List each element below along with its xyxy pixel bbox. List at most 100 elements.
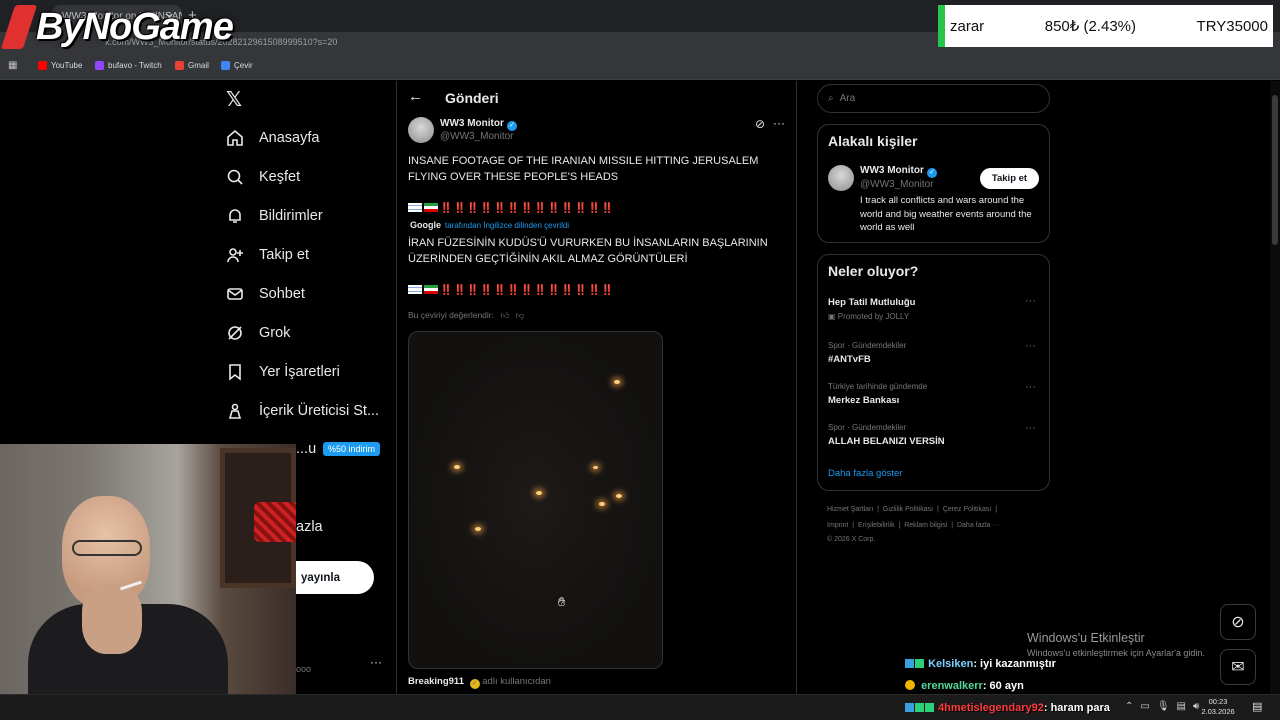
trend-name[interactable]: ALLAH BELANIZI VERSİN [828, 436, 945, 447]
chat-username: Kelsiken [928, 658, 974, 670]
network-icon[interactable]: ▤ [1177, 701, 1186, 712]
microphone-icon[interactable]: 🎙︎ [1157, 701, 1170, 712]
chat-message: Kelsiken: iyi kazanmıştır [905, 658, 1056, 670]
footer-link[interactable]: Reklam bilgisi [904, 522, 947, 529]
chat-badge-icon [905, 680, 915, 690]
trend-name[interactable]: Merkez Bankası [828, 395, 899, 406]
missile-light [475, 527, 481, 531]
logo-mark-icon [0, 5, 38, 49]
thumbs-down-icon[interactable]: 👎︎ [516, 310, 525, 320]
nav-chat[interactable]: Sohbet [226, 285, 305, 303]
windows-activate-subtitle: Windows'u etkinleştirmek için Ayarlar'a … [1027, 648, 1205, 658]
iran-flag-icon [424, 203, 438, 212]
relevant-person-avatar[interactable] [828, 165, 854, 191]
chat-username: erenwalkerr [921, 680, 983, 692]
account-more-icon[interactable]: ··· [370, 655, 382, 669]
iran-flag-icon [424, 285, 438, 294]
nav-more-label[interactable]: azla [296, 519, 323, 535]
follow-button[interactable]: Takip et [980, 168, 1039, 189]
copyright: © 2026 X Corp. [827, 536, 876, 543]
footer-link[interactable]: Erişilebilirlik [858, 522, 895, 529]
nav-premium-label[interactable]: ...u [296, 441, 316, 457]
footer-links-row2: Imprint | Erişilebilirlik | Reklam bilgi… [827, 522, 1000, 529]
verified-badge-icon: ✓ [926, 168, 937, 178]
search-input[interactable]: ⌕ Ara [817, 84, 1050, 113]
home-icon [226, 129, 244, 147]
webcam-overlay [0, 444, 296, 720]
gmail-icon [175, 61, 184, 70]
account-handle-partial[interactable]: ooo [296, 664, 311, 674]
back-arrow-icon[interactable]: ← [408, 88, 423, 105]
trend-promo: ▣ Promoted by JOLLY [828, 312, 910, 321]
post-text-original: INSANE FOOTAGE OF THE IRANIAN MISSILE HI… [408, 155, 759, 183]
chat-message: erenwalkerr: 60 ayn [905, 680, 1024, 692]
nav-grok[interactable]: Grok [226, 324, 290, 342]
verified-badge-icon: ✓ [506, 121, 517, 131]
nav-creator-studio[interactable]: İçerik Üreticisi St... [226, 402, 379, 420]
nav-bookmarks[interactable]: Yer İşaretleri [226, 363, 340, 381]
search-icon: ⌕ [828, 93, 834, 104]
trend-category: Spor · Gündemdekiler [828, 423, 907, 432]
relevant-people-title: Alakalı kişiler [828, 133, 918, 149]
chat-badge-icon [905, 659, 914, 668]
taskbar-clock[interactable]: 00:23 2.03.2026 [1196, 697, 1240, 717]
tray-arrow-icon[interactable]: ⌃ [1125, 701, 1133, 712]
page-scrollbar[interactable] [1270, 81, 1280, 694]
trend-name[interactable]: Hep Tatil Mutluluğu [828, 297, 915, 308]
promoted-icon: ▣ [828, 312, 838, 321]
trend-more-icon[interactable]: ··· [1025, 340, 1036, 352]
thumbs-up-icon[interactable]: 👍︎ [500, 310, 509, 320]
footer-link[interactable]: Gizlilik Politikası [883, 506, 933, 513]
bell-icon [226, 207, 244, 225]
trend-more-icon[interactable]: ··· [1025, 295, 1036, 307]
nav-home[interactable]: Anasayfa [226, 129, 319, 147]
bookmark-gmail[interactable]: Gmail [175, 61, 209, 70]
footer-link[interactable]: Imprint [827, 522, 848, 529]
relevant-person-bio: I track all conflicts and wars around th… [860, 195, 1032, 233]
trend-more-icon[interactable]: ··· [1025, 381, 1036, 393]
column-divider-left [396, 81, 397, 694]
nav-explore[interactable]: Keşfet [226, 168, 300, 186]
bookmark-icon [226, 363, 244, 381]
youtube-icon [38, 61, 47, 70]
page-title: Gönderi [445, 90, 499, 106]
footer-links-row1: Hizmet Şartları | Gizlilik Politikası | … [827, 506, 998, 513]
chat-badge-icon [905, 703, 914, 712]
bookmark-twitch[interactable]: bufavo - Twitch [95, 61, 162, 70]
webcam-glasses [72, 540, 142, 556]
chat-message: 4hmetislegendary92: haram para [905, 702, 1110, 714]
trend-category: Spor · Gündemdekiler [828, 341, 907, 350]
author-avatar[interactable] [408, 117, 434, 143]
post-button[interactable]: yayınla [296, 561, 374, 594]
trend-more-icon[interactable]: ··· [1025, 422, 1036, 434]
scrollbar-thumb[interactable] [1272, 95, 1278, 245]
messages-float-button[interactable]: ✉ [1220, 649, 1256, 685]
footer-link[interactable]: Hizmet Şartları [827, 506, 873, 513]
bookmark-translate[interactable]: Çevir [221, 61, 253, 70]
apps-grid-icon[interactable]: ▦ [8, 60, 17, 71]
bookmark-youtube[interactable]: YouTube [38, 61, 82, 70]
footer-link[interactable]: Daha fazla ··· [957, 522, 999, 529]
grok-float-button[interactable]: ⊘ [1220, 604, 1256, 640]
creator-icon [226, 402, 244, 420]
post-video[interactable] [408, 331, 663, 669]
tray-app-icon[interactable]: ▭ [1140, 701, 1149, 712]
show-more-link[interactable]: Daha fazla göster [828, 468, 902, 479]
relevant-person-handle[interactable]: @WW3_Monitor [860, 179, 934, 190]
translation-attribution[interactable]: Google tarafından İngilizce dilinden çevr… [410, 220, 569, 230]
chat-badge-icon [915, 659, 924, 668]
trend-name[interactable]: #ANTvFB [828, 354, 871, 365]
grok-icon: ⊘ [1231, 614, 1245, 631]
footer-link[interactable]: Çerez Politikası [943, 506, 992, 513]
system-tray: ⌃ ▭ 🎙︎ ▤ 🔊︎ [1125, 701, 1199, 712]
notification-icon[interactable]: ▤ [1252, 700, 1262, 713]
author-name[interactable]: WW3 Monitor ✓ [440, 118, 517, 131]
author-handle[interactable]: @WW3_Monitor [440, 131, 514, 142]
grok-explain-icon[interactable]: ⊘ [755, 117, 765, 131]
relevant-person-name[interactable]: WW3 Monitor ✓ [860, 165, 937, 178]
nav-notifications[interactable]: Bildirimler [226, 207, 323, 225]
x-logo-icon[interactable]: 𝕏 [226, 87, 242, 112]
post-more-icon[interactable]: ··· [773, 116, 785, 130]
nav-follow[interactable]: Takip et [226, 246, 309, 264]
quoted-source[interactable]: Breaking911 ✓ adlı kullanıcıdan [408, 676, 551, 689]
